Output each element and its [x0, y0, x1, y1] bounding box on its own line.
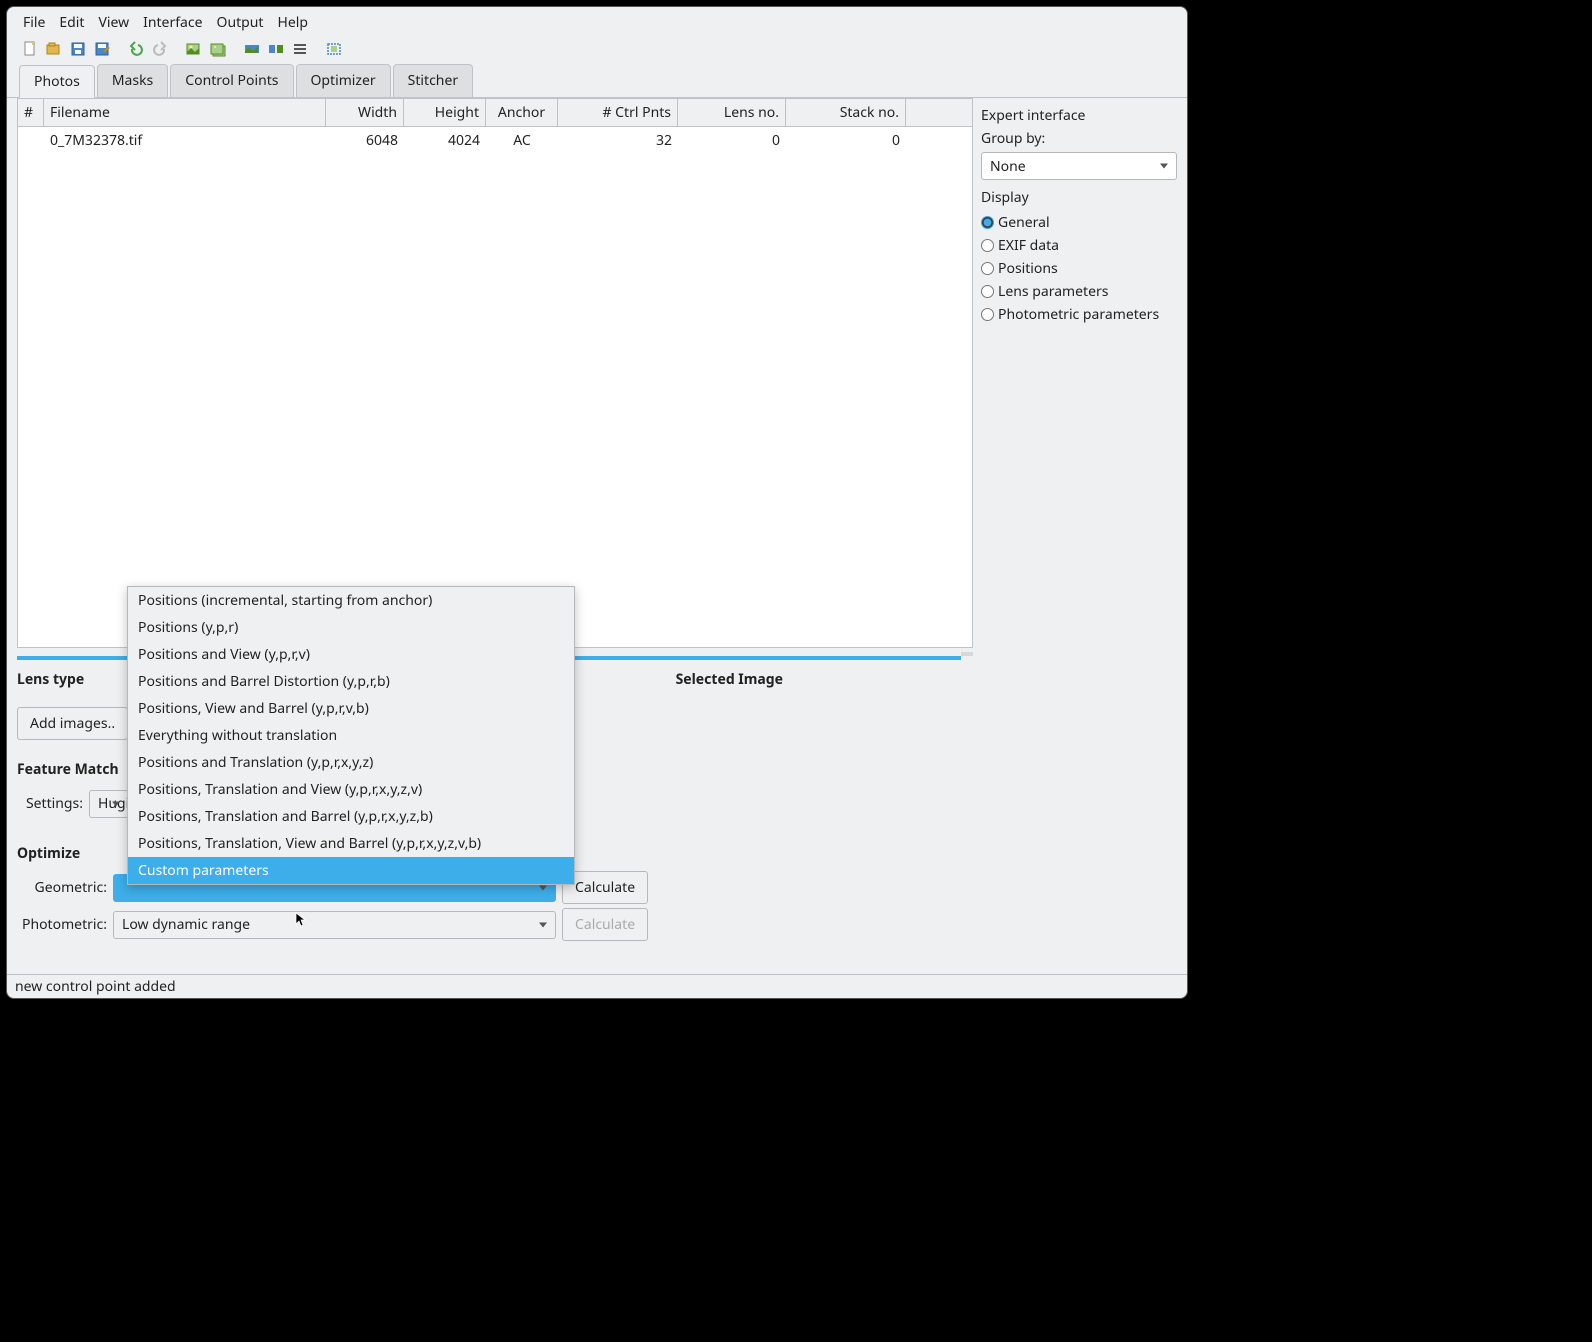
- radio-exif-label: EXIF data: [998, 236, 1059, 255]
- radio-general[interactable]: [981, 216, 994, 229]
- menu-file[interactable]: File: [17, 11, 51, 34]
- photometric-label: Photometric:: [17, 915, 107, 934]
- list-icon[interactable]: [291, 40, 309, 58]
- add-images-icon[interactable]: [209, 40, 227, 58]
- cell-ctrl: 32: [558, 127, 678, 154]
- open-project-icon[interactable]: [45, 40, 63, 58]
- group-by-label: Group by:: [981, 129, 1177, 148]
- images-table: # Filename Width Height Anchor # Ctrl Pn…: [17, 98, 973, 648]
- status-bar: new control point added: [7, 974, 1187, 998]
- th-filename[interactable]: Filename: [44, 99, 326, 126]
- th-width[interactable]: Width: [326, 99, 404, 126]
- th-ctrl-pnts[interactable]: # Ctrl Pnts: [558, 99, 678, 126]
- cell-anchor: AC: [486, 127, 558, 154]
- dd-item-positions-ypr[interactable]: Positions (y,p,r): [128, 614, 574, 641]
- add-images-button[interactable]: Add images..: [17, 707, 128, 740]
- cell-width: 6048: [326, 127, 404, 154]
- dd-item-positions-view[interactable]: Positions and View (y,p,r,v): [128, 641, 574, 668]
- radio-lens-label: Lens parameters: [998, 282, 1108, 301]
- display-radio-group: General EXIF data Positions Lens paramet…: [981, 211, 1177, 326]
- undo-icon[interactable]: [127, 40, 145, 58]
- feature-matching-settings-select[interactable]: Hugi: [89, 790, 129, 818]
- th-height[interactable]: Height: [404, 99, 486, 126]
- lens-type-label: Lens type: [17, 670, 84, 689]
- cell-stack: 0: [786, 127, 906, 154]
- tab-photos[interactable]: Photos: [19, 65, 95, 98]
- redo-icon[interactable]: [151, 40, 169, 58]
- dd-item-positions-barrel[interactable]: Positions and Barrel Distortion (y,p,r,b…: [128, 668, 574, 695]
- table-row[interactable]: 0_7M32378.tif 6048 4024 AC 32 0 0: [18, 127, 972, 154]
- fast-preview-icon[interactable]: [267, 40, 285, 58]
- save-icon[interactable]: [69, 40, 87, 58]
- group-by-select[interactable]: None: [981, 152, 1177, 180]
- radio-general-label: General: [998, 213, 1050, 232]
- photometric-calculate-button: Calculate: [562, 908, 648, 941]
- menu-interface[interactable]: Interface: [137, 11, 208, 34]
- tabbar: Photos Masks Control Points Optimizer St…: [7, 64, 1187, 98]
- radio-photometric[interactable]: [981, 308, 994, 321]
- geometric-dropdown-menu: Positions (incremental, starting from an…: [127, 586, 575, 885]
- radio-positions-label: Positions: [998, 259, 1058, 278]
- menubar: File Edit View Interface Output Help: [7, 7, 1187, 38]
- tab-control-points[interactable]: Control Points: [170, 64, 293, 97]
- dd-item-positions-translation-view[interactable]: Positions, Translation and View (y,p,r,x…: [128, 776, 574, 803]
- radio-photometric-label: Photometric parameters: [998, 305, 1159, 324]
- add-image-icon[interactable]: [185, 40, 203, 58]
- th-stack-no[interactable]: Stack no.: [786, 99, 906, 126]
- crop-icon[interactable]: [325, 40, 343, 58]
- menu-edit[interactable]: Edit: [53, 11, 90, 34]
- cell-lens: 0: [678, 127, 786, 154]
- photometric-select[interactable]: Low dynamic range: [113, 911, 556, 939]
- expert-interface-label: Expert interface: [981, 106, 1177, 125]
- toolbar: [7, 38, 1187, 64]
- dd-item-positions-incremental[interactable]: Positions (incremental, starting from an…: [128, 587, 574, 614]
- panorama-preview-icon[interactable]: [243, 40, 261, 58]
- cell-filename: 0_7M32378.tif: [44, 127, 326, 154]
- radio-exif[interactable]: [981, 239, 994, 252]
- radio-lens[interactable]: [981, 285, 994, 298]
- right-panel: Expert interface Group by: None Display …: [981, 98, 1177, 970]
- th-anchor[interactable]: Anchor: [486, 99, 558, 126]
- splitter-track: [961, 652, 973, 656]
- menu-output[interactable]: Output: [211, 11, 270, 34]
- geometric-label: Geometric:: [17, 878, 107, 897]
- tab-masks[interactable]: Masks: [97, 64, 168, 97]
- radio-positions[interactable]: [981, 262, 994, 275]
- display-label: Display: [981, 188, 1177, 207]
- cell-height: 4024: [404, 127, 486, 154]
- table-body[interactable]: 0_7M32378.tif 6048 4024 AC 32 0 0: [18, 127, 972, 647]
- save-as-icon[interactable]: [93, 40, 111, 58]
- dd-item-positions-translation-barrel[interactable]: Positions, Translation and Barrel (y,p,r…: [128, 803, 574, 830]
- new-project-icon[interactable]: [21, 40, 39, 58]
- th-index[interactable]: #: [18, 99, 44, 126]
- dd-item-positions-view-barrel[interactable]: Positions, View and Barrel (y,p,r,v,b): [128, 695, 574, 722]
- dd-item-everything-no-translation[interactable]: Everything without translation: [128, 722, 574, 749]
- dd-item-custom-parameters[interactable]: Custom parameters: [128, 857, 574, 884]
- status-text: new control point added: [15, 977, 176, 996]
- menu-view[interactable]: View: [92, 11, 135, 34]
- tab-stitcher[interactable]: Stitcher: [393, 64, 473, 97]
- table-header: # Filename Width Height Anchor # Ctrl Pn…: [18, 99, 972, 127]
- dd-item-positions-translation[interactable]: Positions and Translation (y,p,r,x,y,z): [128, 749, 574, 776]
- dd-item-positions-translation-view-barrel[interactable]: Positions, Translation, View and Barrel …: [128, 830, 574, 857]
- tab-optimizer[interactable]: Optimizer: [296, 64, 391, 97]
- selected-image-label: Selected Image: [676, 670, 783, 689]
- th-lens-no[interactable]: Lens no.: [678, 99, 786, 126]
- menu-help[interactable]: Help: [271, 11, 314, 34]
- settings-label: Settings:: [17, 794, 83, 813]
